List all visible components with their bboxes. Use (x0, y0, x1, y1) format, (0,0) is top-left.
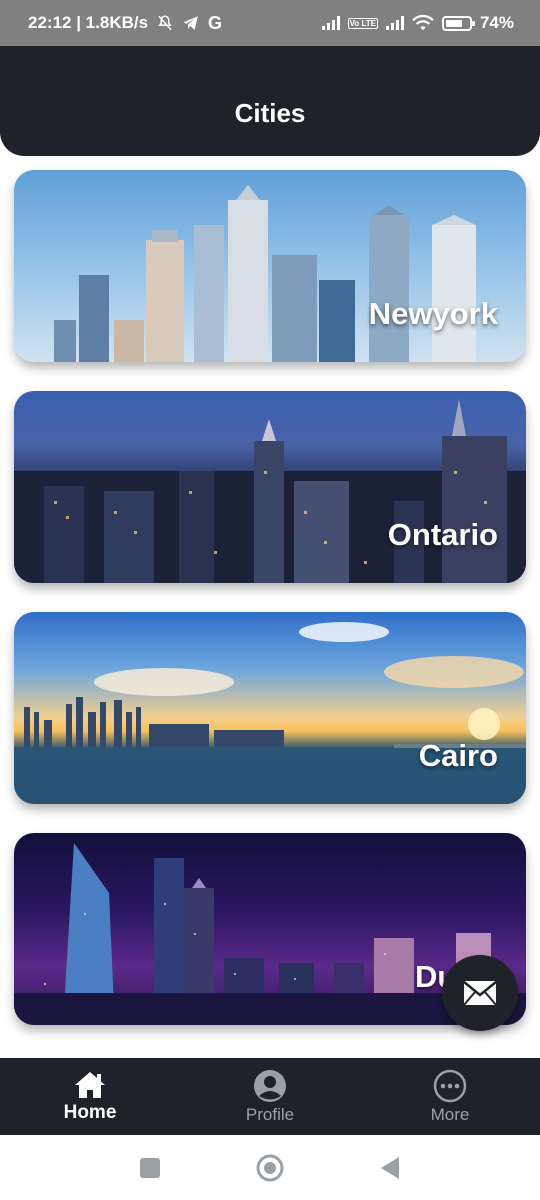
status-bar: 22:12 | 1.8KB/s G Vo LTE 74% (0, 0, 540, 46)
bottom-nav: Home Profile More (0, 1058, 540, 1135)
skyline-graphic (14, 399, 526, 583)
back-triangle-icon[interactable] (379, 1156, 401, 1180)
signal-icon (321, 16, 340, 30)
volte-icon: Vo LTE (347, 17, 378, 29)
status-right: Vo LTE 74% (321, 13, 514, 33)
home-circle-icon[interactable] (256, 1154, 284, 1182)
screen: 22:12 | 1.8KB/s G Vo LTE 74% Cities Newy… (0, 0, 540, 1200)
nav-item-profile[interactable]: Profile (180, 1058, 360, 1135)
skyline-graphic (54, 185, 476, 362)
city-name: Ontario (387, 517, 498, 552)
account-circle-icon (254, 1069, 286, 1102)
status-time-speed: 22:12 | 1.8KB/s (28, 13, 149, 32)
battery-icon (441, 15, 475, 31)
battery-percent: 74% (479, 13, 514, 32)
mail-fab-button[interactable] (442, 955, 518, 1031)
telegram-icon (183, 16, 198, 30)
page-title: Cities (234, 97, 306, 128)
city-name: Newyork (368, 296, 498, 331)
google-icon: G (208, 12, 223, 33)
city-card-newyork[interactable]: Newyork (14, 170, 526, 362)
status-left: 22:12 | 1.8KB/s G (28, 13, 222, 34)
system-nav-bar (0, 1135, 540, 1200)
city-name: Cairo (418, 738, 498, 773)
city-list: Newyork Ontario Cairo Du (14, 170, 526, 1054)
city-card-cairo[interactable]: Cairo (14, 612, 526, 804)
mute-bell-icon (158, 15, 172, 31)
app-bar: Cities (0, 46, 540, 156)
mail-icon (463, 981, 497, 1006)
city-card-ontario[interactable]: Ontario (14, 391, 526, 583)
nav-label-home: Home (63, 1101, 117, 1123)
home-icon (75, 1071, 105, 1098)
city-image-ontario (14, 391, 526, 583)
signal-icon (385, 16, 404, 30)
nav-item-home[interactable]: Home (0, 1058, 180, 1135)
city-image-newyork (14, 170, 526, 362)
wifi-icon (412, 14, 434, 31)
recents-square-icon[interactable] (139, 1157, 161, 1179)
skyline-graphic (14, 622, 526, 804)
city-image-cairo (14, 612, 526, 804)
nav-label-profile: Profile (245, 1104, 295, 1124)
more-horizontal-icon (433, 1069, 467, 1102)
nav-label-more: More (430, 1104, 470, 1124)
nav-item-more[interactable]: More (360, 1058, 540, 1135)
